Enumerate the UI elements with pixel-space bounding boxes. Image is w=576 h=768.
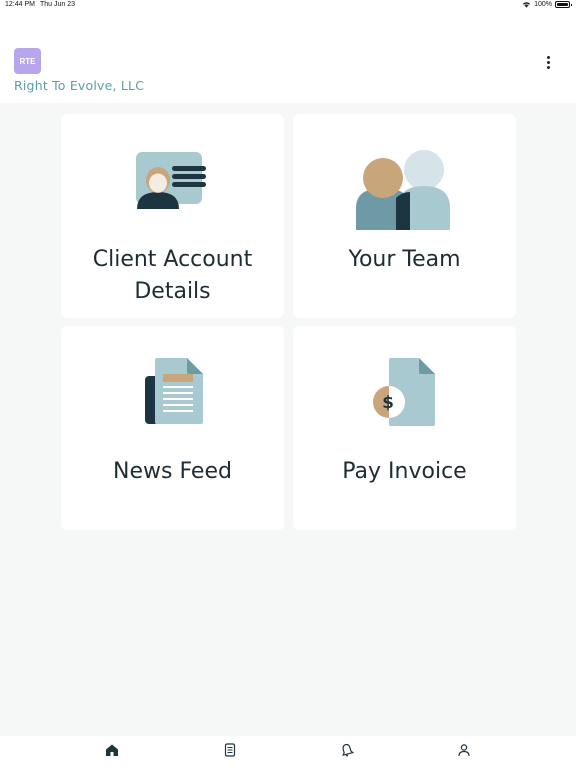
- card-title: Your Team: [348, 247, 461, 272]
- wifi-icon: [523, 2, 531, 8]
- status-indicators: 100%: [522, 1, 572, 8]
- newspaper-icon: [145, 358, 203, 424]
- status-date: Thu Jun 23: [40, 1, 76, 8]
- team-icon: [356, 150, 450, 230]
- company-name: Right To Evolve, LLC: [14, 78, 145, 93]
- card-title: News Feed: [113, 459, 232, 484]
- company-logo[interactable]: RTE: [14, 48, 41, 74]
- pay-invoice-card[interactable]: $ Pay Invoice: [293, 326, 516, 530]
- card-title: Client Account: [92, 247, 253, 272]
- card-title: Pay Invoice: [342, 459, 467, 484]
- svg-text:$: $: [382, 393, 394, 413]
- app-header: RTE Right To Evolve, LLC: [0, 12, 576, 103]
- status-bar: 12:44 PM Thu Jun 23 100%: [0, 0, 576, 12]
- battery-icon: [555, 1, 572, 8]
- bell-icon[interactable]: [340, 743, 354, 757]
- battery-percent: 100%: [534, 1, 552, 8]
- document-icon[interactable]: [223, 743, 237, 757]
- more-vertical-icon[interactable]: [540, 52, 556, 72]
- client-account-details-card[interactable]: Client Account Details: [61, 114, 284, 318]
- person-icon[interactable]: [457, 743, 471, 757]
- your-team-card[interactable]: Your Team: [293, 114, 516, 318]
- card-title: Details: [134, 279, 211, 304]
- invoice-dollar-icon: $: [373, 358, 435, 426]
- status-time: 12:44 PM: [5, 1, 35, 8]
- bottom-tab-bar: [0, 736, 576, 768]
- id-card-icon: [136, 152, 206, 209]
- news-feed-card[interactable]: News Feed: [61, 326, 284, 530]
- home-icon[interactable]: [105, 743, 119, 757]
